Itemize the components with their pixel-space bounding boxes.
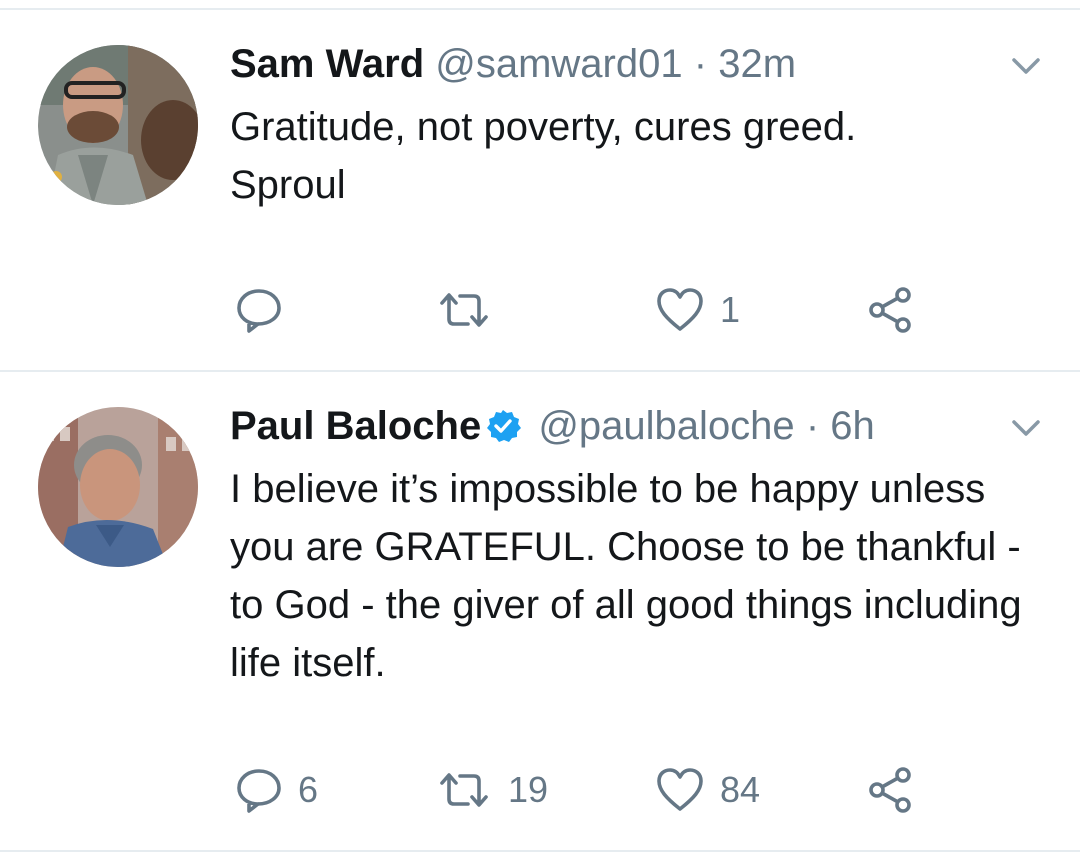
verified-badge-icon <box>485 408 522 444</box>
like-button[interactable]: 84 <box>654 760 760 820</box>
tweet-header: Paul Baloche @paulbaloche · 6h <box>230 400 875 452</box>
speech-bubble-icon <box>237 289 281 333</box>
like-count: 1 <box>720 289 741 330</box>
tweet-header: Sam Ward @samward01 · 32m <box>230 38 796 90</box>
tweet-divider <box>0 850 1080 852</box>
timestamp[interactable]: 32m <box>718 42 796 86</box>
reply-button[interactable]: 6 <box>234 760 318 820</box>
like-button[interactable]: 1 <box>654 280 740 340</box>
retweet-arrows-icon <box>440 293 488 327</box>
tweet-actions: 1 <box>0 280 1080 340</box>
retweet-count: 19 <box>508 769 549 810</box>
display-name[interactable]: Paul Baloche <box>230 404 481 448</box>
share-button[interactable] <box>864 760 916 820</box>
user-handle[interactable]: @samward01 <box>435 42 682 86</box>
separator-dot: · <box>693 42 708 86</box>
heart-icon <box>657 768 703 811</box>
user-handle[interactable]: @paulbaloche <box>538 404 794 448</box>
speech-bubble-icon <box>237 769 281 813</box>
like-count: 84 <box>720 769 761 810</box>
avatar[interactable] <box>38 45 198 205</box>
share-button[interactable] <box>864 280 916 340</box>
retweet-button[interactable] <box>434 280 494 340</box>
retweet-button[interactable]: 19 <box>434 760 548 820</box>
retweet-arrows-icon <box>440 773 488 807</box>
avatar[interactable] <box>38 407 198 567</box>
chevron-down-icon[interactable] <box>1010 56 1042 76</box>
display-name[interactable]: Sam Ward <box>230 42 424 86</box>
chevron-down-icon[interactable] <box>1010 418 1042 438</box>
reply-button[interactable] <box>234 280 284 340</box>
tweet-feed: Sam Ward @samward01 · 32m Gratitude, not… <box>0 0 1080 867</box>
tweet-actions: 6 19 84 <box>0 760 1080 820</box>
share-icon <box>869 287 911 333</box>
tweet[interactable]: Paul Baloche @paulbaloche · 6h I believe… <box>0 372 1080 850</box>
heart-icon <box>657 288 703 331</box>
timestamp[interactable]: 6h <box>830 404 875 448</box>
reply-count: 6 <box>298 769 319 810</box>
tweet-text: Gratitude, not poverty, cures greed. Spr… <box>230 105 857 207</box>
tweet[interactable]: Sam Ward @samward01 · 32m Gratitude, not… <box>0 10 1080 370</box>
tweet-text: I believe it’s impossible to be happy un… <box>230 467 1022 685</box>
separator-dot: · <box>805 404 820 448</box>
share-icon <box>869 767 911 813</box>
